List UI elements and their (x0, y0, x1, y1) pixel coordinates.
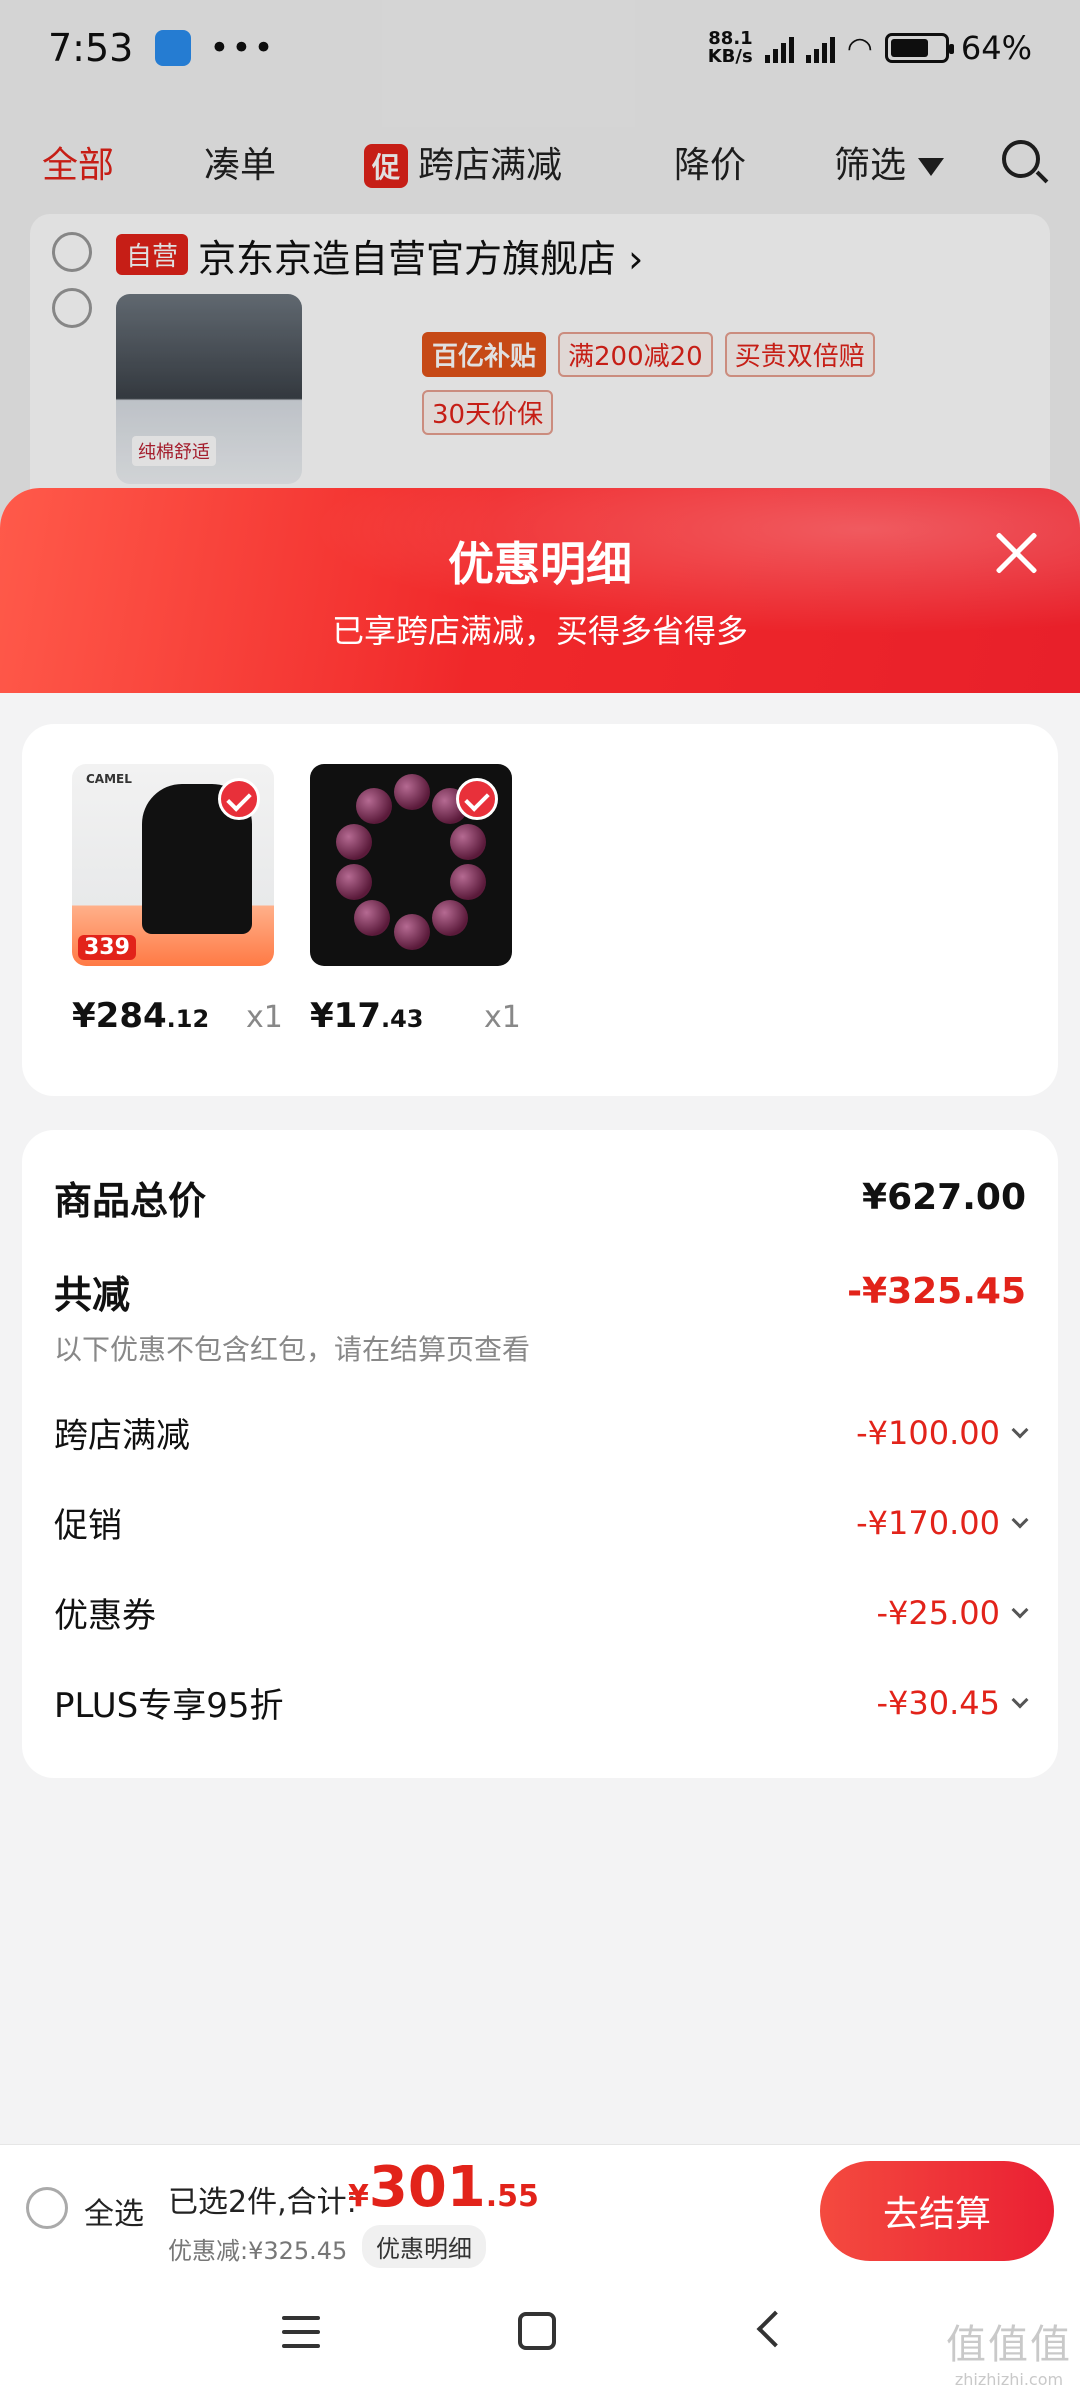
total-reduce-value: -¥325.45 (847, 1271, 1026, 1312)
discount-row-plus[interactable]: PLUS专享95折 -¥30.45 (54, 1678, 1029, 1727)
discount-detail-sheet: 优惠明细 已享跨店满减，买得多省得多 CAMEL 339 ¥284.12 x1 (0, 488, 1080, 2400)
system-nav-bar (0, 2274, 1080, 2400)
total-amount: ¥301.55 (348, 2155, 539, 2220)
checked-icon (218, 778, 260, 820)
selected-items-card: CAMEL 339 ¥284.12 x1 ¥17.43 x1 (22, 724, 1058, 1096)
select-all-radio[interactable] (26, 2187, 68, 2229)
item-thumbnail-jacket[interactable]: CAMEL 339 (72, 764, 274, 966)
total-price-row: 商品总价 ¥627.00 (54, 1170, 1026, 1225)
chevron-down-icon (1011, 1691, 1029, 1708)
discount-amount-text: 优惠减:¥325.45 (168, 2237, 348, 2265)
home-icon[interactable] (518, 2312, 556, 2350)
sheet-header: 优惠明细 已享跨店满减，买得多省得多 (0, 488, 1080, 693)
price-summary-card: 商品总价 ¥627.00 共减 -¥325.45 以下优惠不包含红包，请在结算页… (22, 1130, 1058, 1778)
checkout-bar: 全选 已选2件,合计: ¥301.55 优惠减:¥325.45 优惠明细 去结算 (0, 2144, 1080, 2274)
menu-icon[interactable] (282, 2316, 320, 2348)
total-price-label: 商品总价 (54, 1179, 207, 1223)
sheet-title: 优惠明细 (448, 537, 632, 591)
item-thumbnail-beads[interactable] (310, 764, 512, 966)
select-all-label[interactable]: 全选 (84, 2189, 144, 2233)
item-qty: x1 (246, 1000, 283, 1035)
watermark: 值值值 zhizhizhi.com (946, 2322, 1072, 2389)
item-price: ¥17.43 (310, 996, 424, 1036)
close-icon[interactable] (990, 526, 1044, 580)
checkout-button[interactable]: 去结算 (820, 2161, 1054, 2261)
discount-row-promotion[interactable]: 促销 -¥170.00 (54, 1498, 1029, 1547)
discount-note: 以下优惠不包含红包，请在结算页查看 (54, 1333, 531, 1366)
item-qty: x1 (484, 1000, 521, 1035)
chevron-down-icon (1011, 1601, 1029, 1618)
discount-detail-button[interactable]: 优惠明细 (362, 2225, 486, 2268)
selected-count-text: 已选2件,合计: (168, 2185, 357, 2220)
discount-row-cross-store[interactable]: 跨店满减 -¥100.00 (54, 1408, 1029, 1457)
sheet-subtitle: 已享跨店满减，买得多省得多 (331, 612, 748, 650)
checked-icon (456, 778, 498, 820)
total-reduce-label: 共减 (54, 1273, 131, 1317)
total-price-value: ¥627.00 (862, 1177, 1026, 1218)
back-icon[interactable] (756, 2310, 794, 2348)
total-reduce-row: 共减 -¥325.45 (54, 1264, 1026, 1319)
chevron-down-icon (1011, 1511, 1029, 1528)
chevron-down-icon (1011, 1421, 1029, 1438)
item-price: ¥284.12 (72, 996, 210, 1036)
discount-row-coupon[interactable]: 优惠券 -¥25.00 (54, 1588, 1029, 1637)
